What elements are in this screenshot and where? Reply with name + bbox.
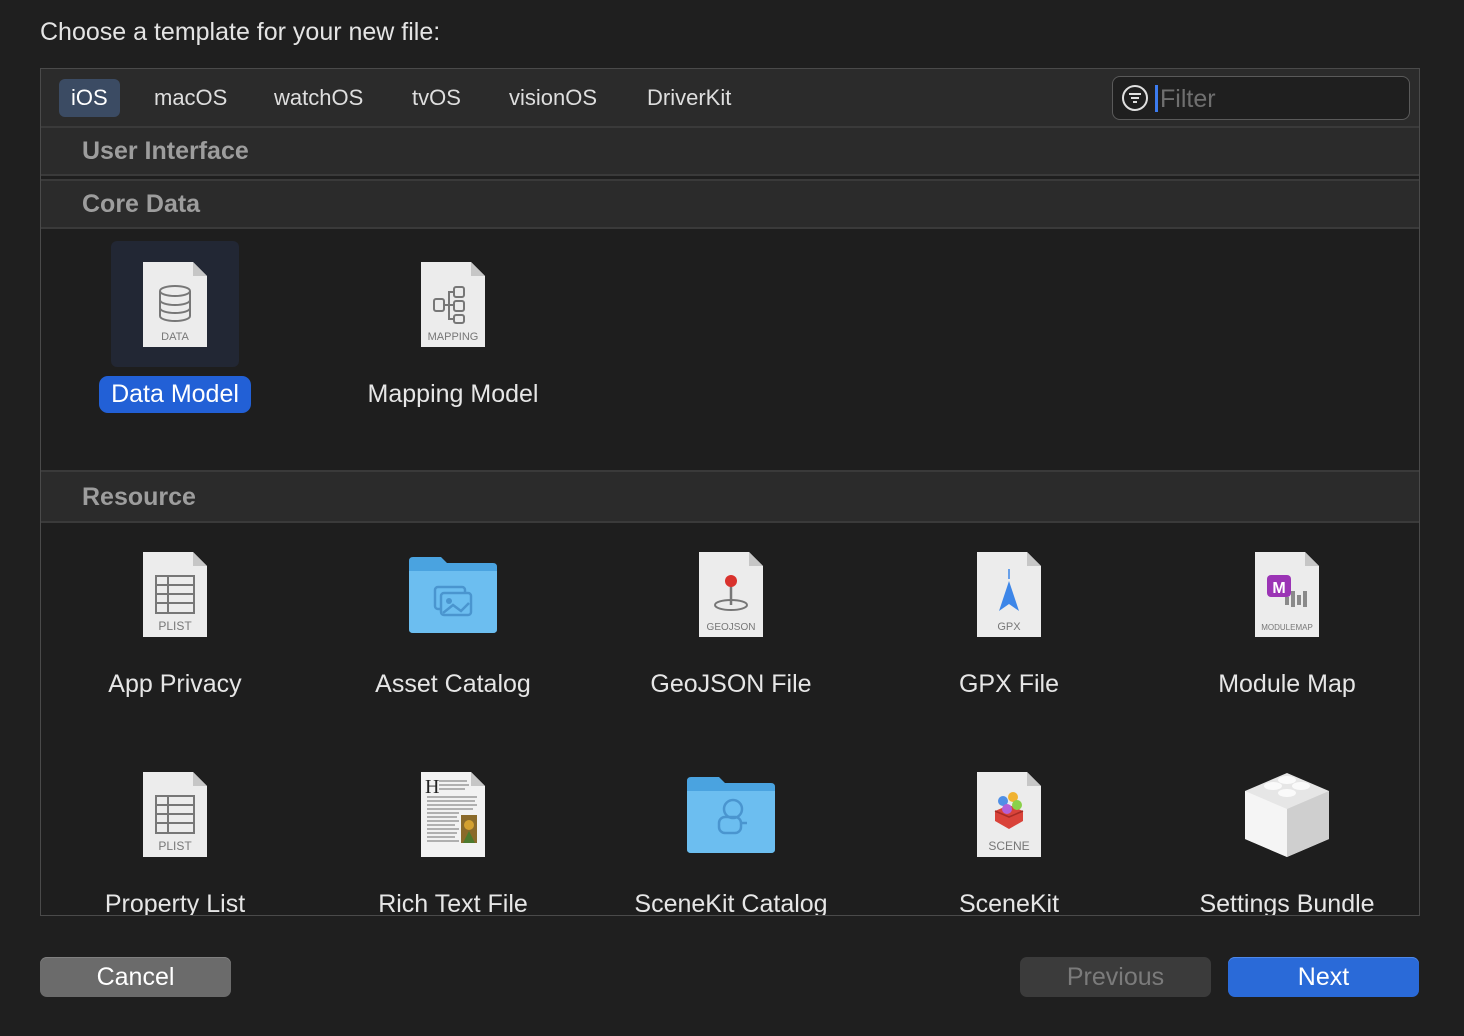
section-title: User Interface	[82, 137, 249, 165]
tab-tvos[interactable]: tvOS	[400, 79, 473, 117]
template-app-privacy[interactable]: PLIST App Privacy	[55, 531, 295, 731]
tab-driverkit[interactable]: DriverKit	[635, 79, 743, 117]
platform-tab-bar: iOS macOS watchOS tvOS visionOS DriverKi…	[41, 69, 1419, 127]
template-mapping-model[interactable]: MAPPING Mapping Model	[333, 241, 573, 441]
svg-text:GPX: GPX	[997, 621, 1021, 633]
template-gpx-file[interactable]: GPX GPX File	[889, 531, 1129, 731]
template-label: Module Map	[1218, 670, 1356, 698]
tab-watchos[interactable]: watchOS	[262, 79, 375, 117]
template-property-list[interactable]: PLIST Property List	[55, 751, 295, 916]
filter-icon[interactable]	[1122, 85, 1148, 111]
template-panel: iOS macOS watchOS tvOS visionOS DriverKi…	[40, 68, 1420, 916]
plist-icon: PLIST	[111, 531, 239, 657]
svg-text:SCENE: SCENE	[988, 839, 1029, 853]
modulemap-icon: M MODULEMAP	[1223, 531, 1351, 657]
svg-text:PLIST: PLIST	[158, 839, 192, 853]
page-title: Choose a template for your new file:	[40, 18, 441, 46]
template-label: SceneKit	[958, 890, 1060, 916]
svg-text:MAPPING: MAPPING	[428, 331, 479, 343]
svg-text:M: M	[1272, 580, 1285, 597]
scenekit-folder-icon	[667, 751, 795, 877]
cancel-button[interactable]: Cancel	[40, 957, 231, 997]
filter-input[interactable]	[1158, 81, 1402, 117]
tab-visionos[interactable]: visionOS	[497, 79, 609, 117]
gpx-icon: GPX	[945, 531, 1073, 657]
template-label: Property List	[104, 890, 246, 916]
template-settings-bundle[interactable]: Settings Bundle	[1167, 751, 1407, 916]
filter-field[interactable]	[1112, 76, 1410, 120]
template-label: Data Model	[99, 376, 251, 413]
template-label: GPX File	[958, 670, 1060, 698]
section-header-core-data[interactable]: Core Data	[41, 179, 1419, 229]
template-data-model[interactable]: DATA Data Model	[55, 241, 295, 441]
lego-brick-icon	[1223, 751, 1351, 877]
template-label: Rich Text File	[378, 890, 528, 916]
mapping-model-icon: MAPPING	[389, 241, 517, 367]
section-header-resource[interactable]: Resource	[41, 470, 1419, 523]
asset-folder-icon	[389, 531, 517, 657]
template-label: Mapping Model	[367, 380, 539, 408]
template-label: SceneKit Catalog	[634, 890, 828, 916]
svg-text:MODULEMAP: MODULEMAP	[1261, 623, 1313, 632]
svg-text:GEOJSON: GEOJSON	[707, 622, 756, 633]
section-header-user-interface[interactable]: User Interface	[41, 126, 1419, 176]
previous-button[interactable]: Previous	[1020, 957, 1211, 997]
template-rich-text-file[interactable]: H Rich Text File	[333, 751, 573, 916]
section-title: Resource	[82, 483, 196, 511]
template-asset-catalog[interactable]: Asset Catalog	[333, 531, 573, 731]
template-label: App Privacy	[108, 670, 242, 698]
template-geojson-file[interactable]: GEOJSON GeoJSON File	[611, 531, 851, 731]
scene-icon: SCENE	[945, 751, 1073, 877]
tab-ios[interactable]: iOS	[59, 79, 120, 117]
plist-icon: PLIST	[111, 751, 239, 877]
template-scenekit[interactable]: SCENE SceneKit	[889, 751, 1129, 916]
geojson-icon: GEOJSON	[667, 531, 795, 657]
svg-text:PLIST: PLIST	[158, 619, 192, 633]
template-label: GeoJSON File	[650, 670, 812, 698]
template-label: Asset Catalog	[375, 670, 531, 698]
template-module-map[interactable]: M MODULEMAP Module Map	[1167, 531, 1407, 731]
tab-macos[interactable]: macOS	[142, 79, 239, 117]
template-label: Settings Bundle	[1199, 890, 1375, 916]
data-model-icon: DATA	[111, 241, 239, 367]
rich-text-icon: H	[389, 751, 517, 877]
section-title: Core Data	[82, 190, 201, 218]
svg-text:DATA: DATA	[161, 331, 189, 343]
next-button[interactable]: Next	[1228, 957, 1419, 997]
template-scenekit-catalog[interactable]: SceneKit Catalog	[611, 751, 851, 916]
svg-text:H: H	[425, 776, 439, 798]
